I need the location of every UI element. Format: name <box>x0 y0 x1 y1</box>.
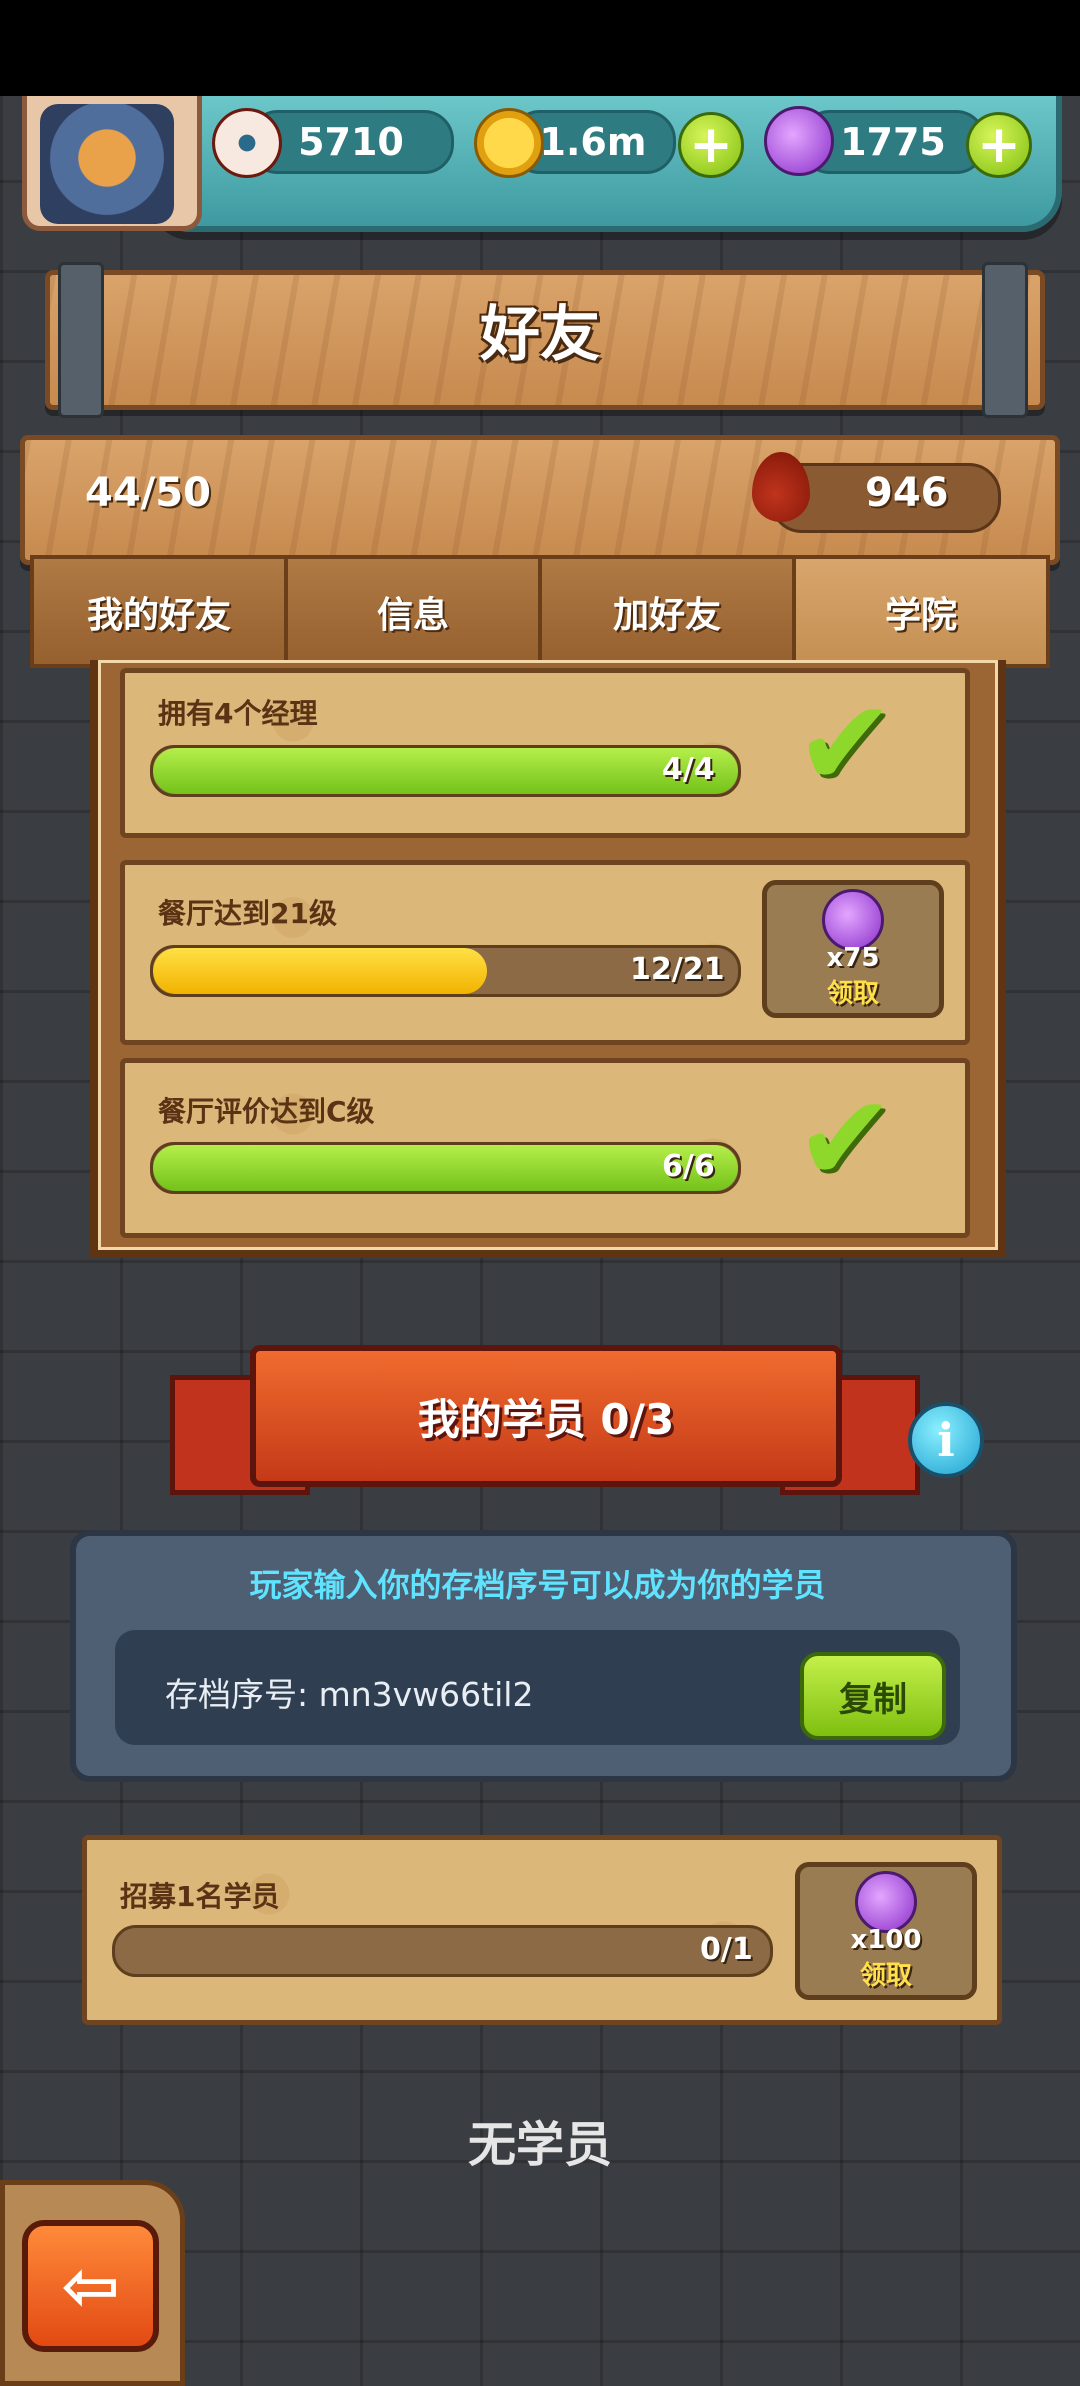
coin-icon <box>474 108 544 178</box>
students-ribbon: 我的学员 0/3 <box>250 1345 842 1487</box>
claim-label: 领取 <box>859 1960 912 1991</box>
achievement-title: 拥有4个经理 <box>158 697 318 730</box>
reward-amount: x75 <box>826 942 880 973</box>
back-arrow-icon: ⇦ <box>61 2245 120 2327</box>
progress-bar <box>150 1142 741 1194</box>
achievement-title: 餐厅达到21级 <box>158 897 337 930</box>
tab-messages[interactable]: 信息 <box>284 555 542 668</box>
friend-count: 44/50 <box>85 470 211 516</box>
tab-add-friend[interactable]: 加好友 <box>538 555 796 668</box>
info-button[interactable]: i <box>908 1402 984 1478</box>
back-button[interactable]: ⇦ <box>22 2220 159 2352</box>
checkmark-icon: ✔ <box>795 1070 896 1209</box>
reward-amount: x100 <box>850 1924 922 1955</box>
progress-label: 6/6 <box>662 1149 715 1184</box>
progress-fill <box>153 748 738 794</box>
tab-label: 学院 <box>884 594 957 636</box>
checkmark-icon: ✔ <box>795 675 896 814</box>
progress-label: 0/1 <box>700 1932 753 1967</box>
eye-count: 5710 <box>298 120 404 164</box>
progress-bar <box>150 745 741 797</box>
tab-academy[interactable]: 学院 <box>792 555 1050 668</box>
blood-count: 946 <box>865 470 949 516</box>
potion-count: 1775 <box>840 120 946 164</box>
add-coins-button[interactable]: + <box>678 112 744 178</box>
potion-icon <box>764 106 834 176</box>
info-icon: i <box>937 1413 955 1467</box>
potion-icon <box>855 1870 917 1933</box>
achievement-title: 餐厅评价达到C级 <box>158 1095 375 1128</box>
progress-fill <box>153 948 488 994</box>
copy-button[interactable]: 复制 <box>800 1652 946 1740</box>
progress-bar <box>112 1925 773 1977</box>
progress-fill <box>153 1145 738 1191</box>
avatar[interactable] <box>40 104 174 224</box>
empty-students-text: 无学员 <box>467 2117 612 2173</box>
status-bar <box>0 0 1080 96</box>
coin-count: 1.6m <box>539 120 647 164</box>
tab-label: 我的好友 <box>86 594 231 636</box>
plus-icon: + <box>689 115 733 175</box>
copy-label: 复制 <box>839 1679 907 1720</box>
progress-label: 12/21 <box>630 952 725 987</box>
claim-label: 领取 <box>826 978 879 1009</box>
progress-label: 4/4 <box>662 752 715 787</box>
claim-reward-button[interactable]: x100 领取 <box>795 1862 977 2000</box>
potion-icon <box>822 888 884 951</box>
tab-label: 信息 <box>376 594 449 636</box>
save-code-text: 存档序号: mn3vw66til2 <box>165 1675 534 1714</box>
save-code-hint: 玩家输入你的存档序号可以成为你的学员 <box>249 1566 826 1604</box>
tab-label: 加好友 <box>612 594 721 636</box>
students-heading: 我的学员 0/3 <box>417 1394 675 1444</box>
plus-icon: + <box>977 115 1021 175</box>
page-title: 好友 <box>480 300 600 370</box>
tab-my-friends[interactable]: 我的好友 <box>30 555 288 668</box>
add-potions-button[interactable]: + <box>966 112 1032 178</box>
recruit-title: 招募1名学员 <box>120 1880 280 1913</box>
claim-reward-button[interactable]: x75 领取 <box>762 880 944 1018</box>
eyeball-icon <box>212 108 282 178</box>
